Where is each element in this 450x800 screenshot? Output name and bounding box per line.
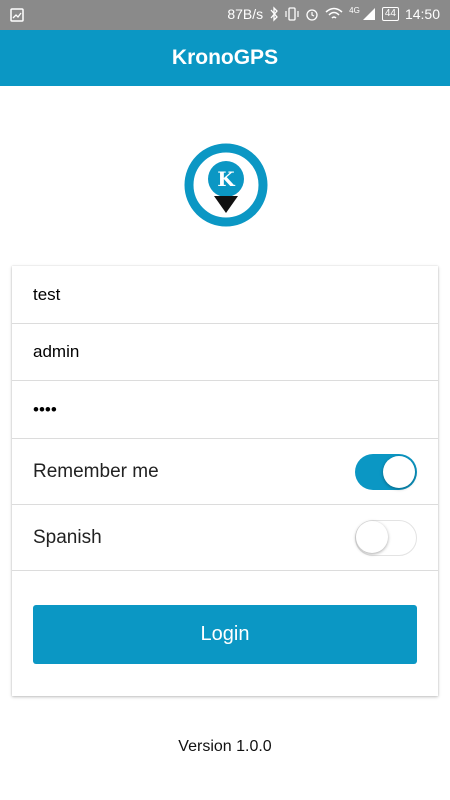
toggle-knob	[356, 520, 388, 553]
login-button[interactable]: Login	[33, 605, 417, 664]
clock: 14:50	[404, 6, 440, 22]
spanish-row: Spanish	[12, 505, 438, 571]
vibrate-icon	[285, 6, 299, 22]
field-row-3	[12, 381, 438, 439]
version-text: Version 1.0.0	[178, 738, 272, 755]
spanish-toggle[interactable]	[355, 519, 417, 556]
app-bar: KronoGPS	[0, 30, 450, 86]
toggle-knob	[383, 455, 415, 488]
network-type: 4G	[349, 5, 360, 15]
spanish-label: Spanish	[33, 526, 102, 548]
logo-letter: K	[217, 167, 235, 191]
app-logo: K	[184, 143, 268, 227]
image-notification-icon	[10, 7, 24, 23]
remember-me-toggle[interactable]	[355, 453, 417, 490]
remember-me-label: Remember me	[33, 460, 159, 482]
wifi-icon	[325, 6, 343, 22]
bluetooth-icon	[269, 6, 279, 22]
field-row-2	[12, 324, 438, 381]
app-title: KronoGPS	[171, 46, 279, 69]
alarm-icon	[305, 6, 319, 22]
login-card: Remember me Spanish Login	[12, 266, 438, 696]
password-input[interactable]	[33, 381, 413, 438]
signal-icon	[362, 6, 376, 22]
username-input[interactable]	[33, 324, 413, 380]
remember-me-row: Remember me	[12, 439, 438, 505]
first-input[interactable]	[33, 266, 413, 323]
battery-icon: 44	[381, 7, 399, 21]
status-bar: 87B/s 4G 44 14:50	[0, 0, 450, 30]
field-row-1	[12, 266, 438, 324]
network-speed: 87B/s	[227, 6, 264, 22]
